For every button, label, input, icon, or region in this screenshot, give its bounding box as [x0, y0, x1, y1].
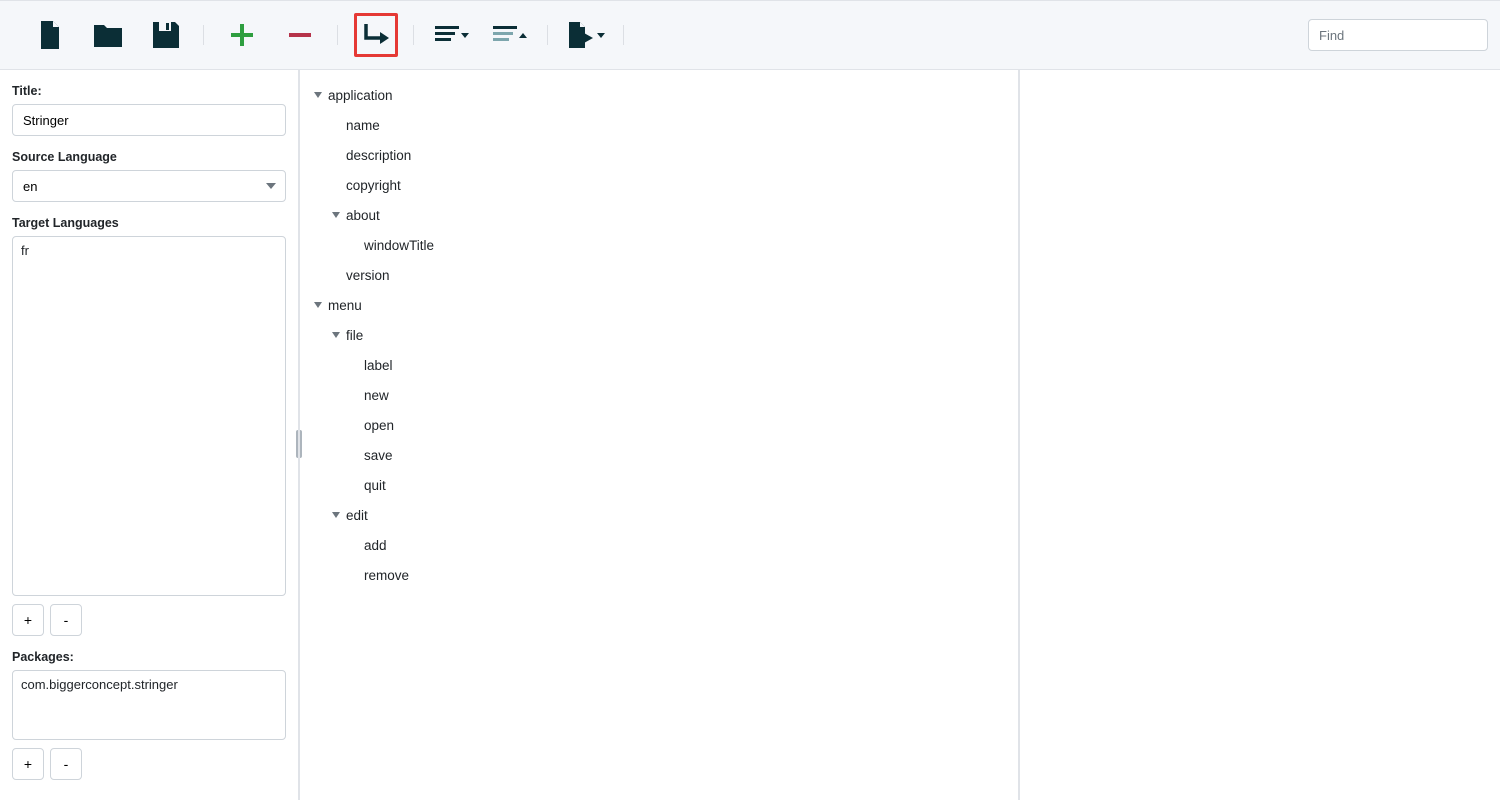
tree-node[interactable]: description — [306, 140, 1012, 170]
tree-node-label: quit — [364, 478, 386, 493]
find-input[interactable] — [1308, 19, 1488, 51]
tree-node[interactable]: new — [306, 380, 1012, 410]
tree-node[interactable]: file — [306, 320, 1012, 350]
indent-icon — [362, 22, 390, 48]
tree-node-label: add — [364, 538, 387, 553]
tree-node-label: windowTitle — [364, 238, 434, 253]
remove-button[interactable] — [278, 13, 322, 57]
tree-node-label: file — [346, 328, 363, 343]
collapse-all-button[interactable] — [488, 13, 532, 57]
remove-target-language-button[interactable]: - — [50, 604, 82, 636]
tree-node[interactable]: application — [306, 80, 1012, 110]
chevron-down-icon[interactable] — [332, 332, 340, 338]
tree-node[interactable]: quit — [306, 470, 1012, 500]
tree-node[interactable]: copyright — [306, 170, 1012, 200]
toolbar-group-indent — [338, 13, 414, 57]
tree-node-label: copyright — [346, 178, 401, 193]
caret-down-icon — [597, 33, 605, 38]
packages-label: Packages: — [12, 650, 286, 664]
indent-button[interactable] — [354, 13, 398, 57]
target-languages-label: Target Languages — [12, 216, 286, 230]
remove-package-button[interactable]: - — [50, 748, 82, 780]
tree-node-label: open — [364, 418, 394, 433]
source-language-label: Source Language — [12, 150, 286, 164]
splitter-handle[interactable] — [300, 430, 302, 458]
toolbar — [0, 0, 1500, 70]
toolbar-group-export — [548, 13, 624, 57]
plus-icon — [231, 24, 253, 46]
add-package-button[interactable]: + — [12, 748, 44, 780]
main-area: Title: Source Language en Target Languag… — [0, 70, 1500, 800]
detail-panel — [1020, 70, 1500, 800]
chevron-down-icon[interactable] — [332, 212, 340, 218]
tree-node[interactable]: remove — [306, 560, 1012, 590]
tree-node[interactable]: menu — [306, 290, 1012, 320]
list-item[interactable]: com.biggerconcept.stringer — [21, 677, 277, 692]
tree-node-label: label — [364, 358, 393, 373]
tree-node[interactable]: about — [306, 200, 1012, 230]
add-button[interactable] — [220, 13, 264, 57]
title-label: Title: — [12, 84, 286, 98]
tree-node-label: application — [328, 88, 393, 103]
tree-node[interactable]: open — [306, 410, 1012, 440]
caret-up-icon — [519, 33, 527, 38]
lines-solid-icon — [435, 26, 459, 44]
source-language-select[interactable]: en — [12, 170, 286, 202]
export-button[interactable] — [564, 13, 608, 57]
tree-node-label: version — [346, 268, 390, 283]
toolbar-group-edit — [204, 13, 338, 57]
tree-node[interactable]: name — [306, 110, 1012, 140]
tree-node[interactable]: windowTitle — [306, 230, 1012, 260]
expand-all-button[interactable] — [430, 13, 474, 57]
tree-node-label: save — [364, 448, 393, 463]
tree-node-label: new — [364, 388, 389, 403]
tree-node-label: name — [346, 118, 380, 133]
tree-panel: application name description copyright about… — [300, 70, 1020, 800]
tree-node[interactable]: save — [306, 440, 1012, 470]
tree-node-label: about — [346, 208, 380, 223]
target-languages-list[interactable]: fr — [12, 236, 286, 596]
chevron-down-icon[interactable] — [314, 302, 322, 308]
add-target-language-button[interactable]: + — [12, 604, 44, 636]
open-folder-button[interactable] — [86, 13, 130, 57]
list-item[interactable]: fr — [21, 243, 277, 258]
properties-panel: Title: Source Language en Target Languag… — [0, 70, 300, 800]
file-icon — [38, 21, 62, 49]
save-button[interactable] — [144, 13, 188, 57]
tree-node[interactable]: version — [306, 260, 1012, 290]
toolbar-group-file — [12, 13, 204, 57]
folder-icon — [94, 23, 122, 47]
tree-node[interactable]: add — [306, 530, 1012, 560]
caret-down-icon — [461, 33, 469, 38]
title-input[interactable] — [12, 104, 286, 136]
tree-node-label: menu — [328, 298, 362, 313]
new-file-button[interactable] — [28, 13, 72, 57]
tree-node[interactable]: label — [306, 350, 1012, 380]
tree-node-label: edit — [346, 508, 368, 523]
lines-light-icon — [493, 26, 517, 44]
tree-node-label: remove — [364, 568, 409, 583]
packages-list[interactable]: com.biggerconcept.stringer — [12, 670, 286, 740]
minus-icon — [289, 24, 311, 46]
chevron-down-icon[interactable] — [332, 512, 340, 518]
tree-node[interactable]: edit — [306, 500, 1012, 530]
save-icon — [153, 22, 179, 48]
tree-node-label: description — [346, 148, 411, 163]
file-export-icon — [567, 22, 595, 48]
chevron-down-icon[interactable] — [314, 92, 322, 98]
toolbar-group-sort — [414, 13, 548, 57]
